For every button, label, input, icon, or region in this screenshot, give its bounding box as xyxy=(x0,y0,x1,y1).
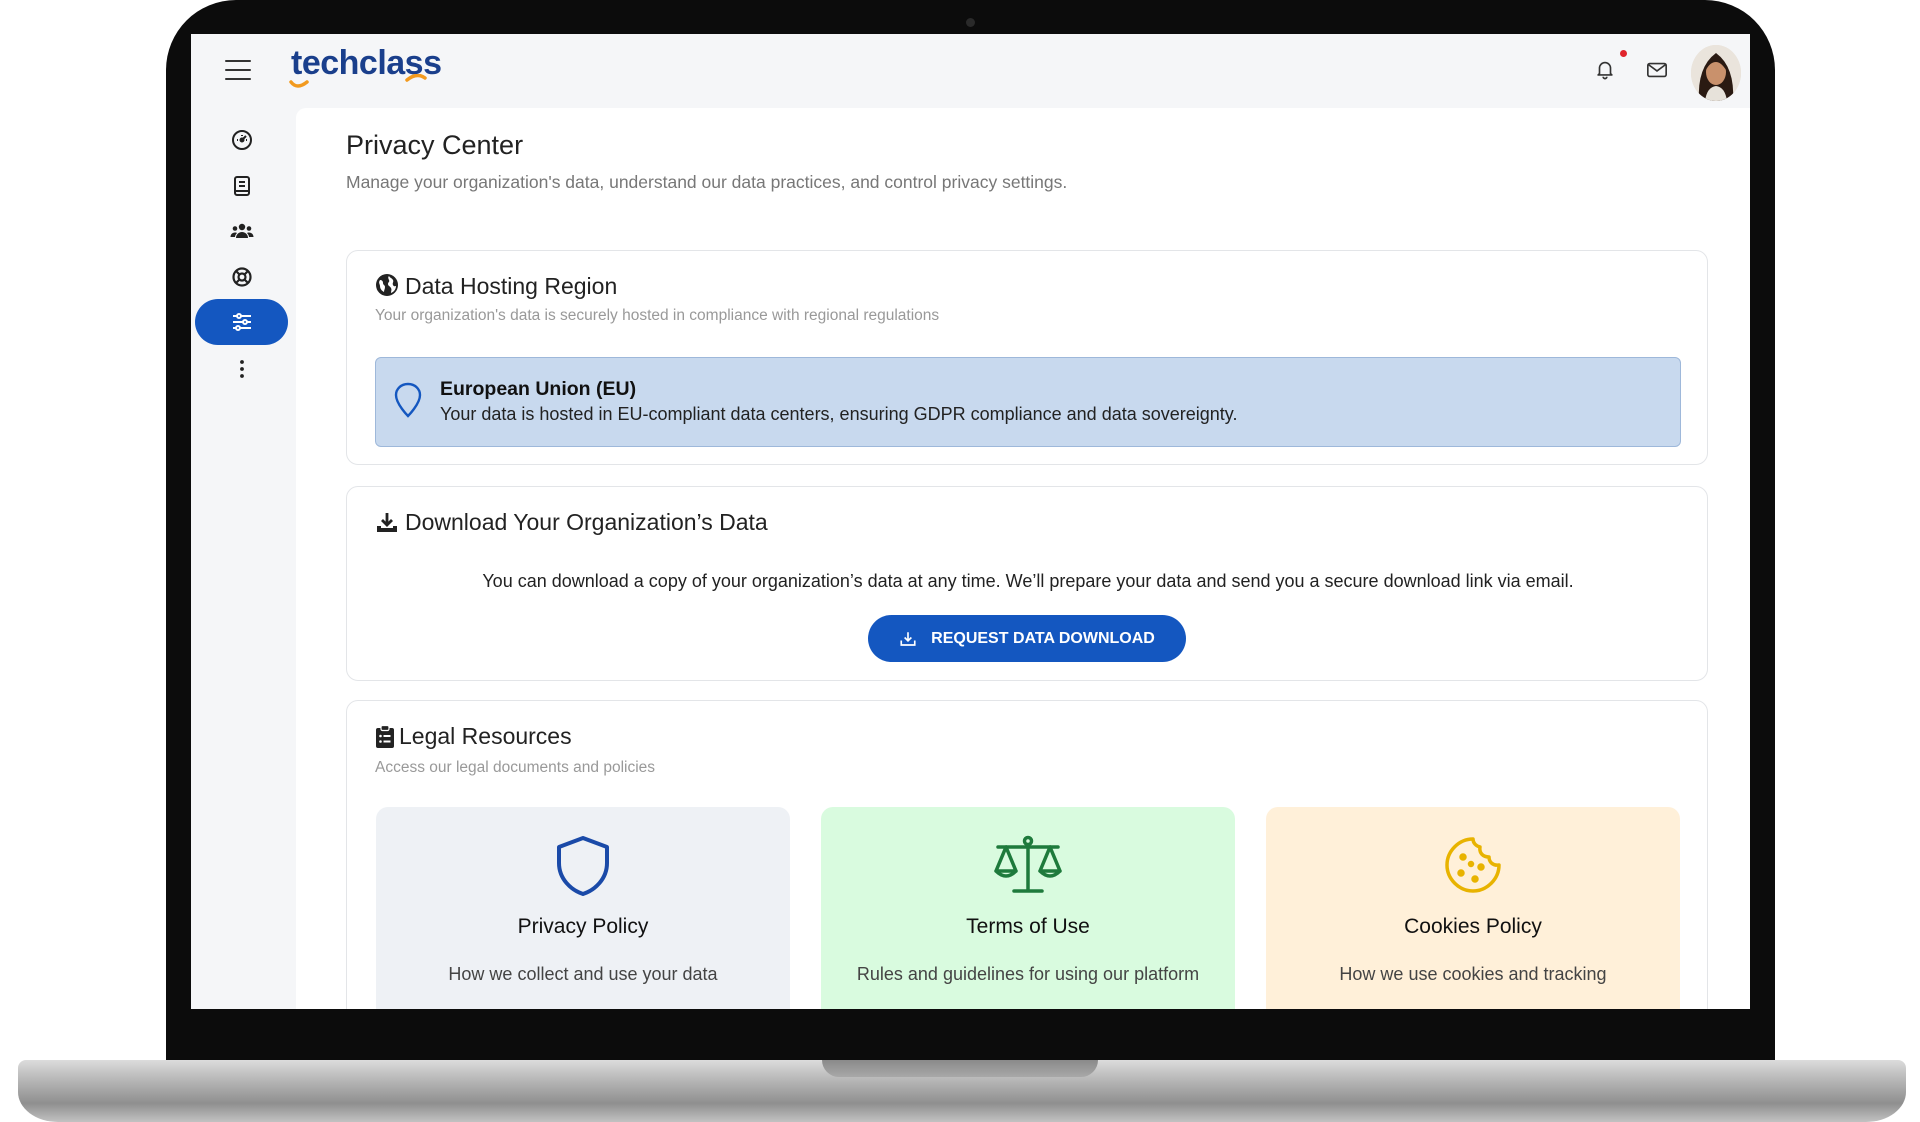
notification-badge xyxy=(1620,50,1627,57)
sidebar-item-support[interactable] xyxy=(195,254,288,300)
privacy-policy-card[interactable]: Privacy Policy How we collect and use yo… xyxy=(376,807,790,1009)
legal-resources-subtitle: Access our legal documents and policies xyxy=(375,759,656,776)
support-lifebuoy-icon xyxy=(231,267,252,287)
sidebar-item-settings[interactable] xyxy=(195,299,288,345)
download-description: You can download a copy of your organiza… xyxy=(482,571,1574,591)
page-subtitle: Manage your organization's data, underst… xyxy=(346,172,1068,192)
screen: techclass Privacy Center Manage your org… xyxy=(191,34,1750,1009)
more-vertical-icon xyxy=(239,360,244,378)
settings-sliders-icon xyxy=(232,313,251,331)
cookies-policy-description: How we use cookies and tracking xyxy=(1339,964,1607,984)
globe-icon xyxy=(376,274,398,296)
laptop-camera xyxy=(966,18,975,27)
users-group-icon xyxy=(230,223,253,238)
cookie-icon xyxy=(1445,837,1501,893)
page-title: Privacy Center xyxy=(346,130,524,160)
top-bar: techclass xyxy=(191,34,1750,108)
region-info-box: European Union (EU) Your data is hosted … xyxy=(375,357,1681,447)
main-content: Privacy Center Manage your organization'… xyxy=(296,108,1750,1009)
terms-of-use-description: Rules and guidelines for using our platf… xyxy=(856,964,1200,984)
clipboard-list-icon xyxy=(376,725,394,748)
sidebar-item-users[interactable] xyxy=(195,208,288,254)
location-pin-icon xyxy=(394,382,422,418)
download-data-card: Download Your Organization’s Data You ca… xyxy=(346,486,1708,681)
cookies-policy-card[interactable]: Cookies Policy How we use cookies and tr… xyxy=(1266,807,1680,1009)
hosting-region-title: Data Hosting Region xyxy=(405,273,618,299)
download-data-title: Download Your Organization’s Data xyxy=(405,509,768,535)
region-name: European Union (EU) xyxy=(440,378,637,400)
request-data-download-button[interactable]: REQUEST DATA DOWNLOAD xyxy=(868,615,1186,662)
terms-of-use-card[interactable]: Terms of Use Rules and guidelines for us… xyxy=(821,807,1235,1009)
request-data-download-label: REQUEST DATA DOWNLOAD xyxy=(931,629,1155,647)
download-icon xyxy=(900,631,916,646)
sidebar-item-dashboard[interactable] xyxy=(195,117,288,163)
notification-bell-icon[interactable] xyxy=(1594,58,1616,80)
terms-of-use-title: Terms of Use xyxy=(966,915,1090,938)
user-avatar[interactable] xyxy=(1691,45,1741,101)
cookies-policy-title: Cookies Policy xyxy=(1404,915,1542,938)
download-icon xyxy=(377,513,397,532)
book-icon xyxy=(233,176,250,196)
shield-icon xyxy=(557,836,609,896)
scales-icon xyxy=(994,835,1062,893)
sidebar xyxy=(191,108,296,1009)
legal-resources-card: Legal Resources Access our legal documen… xyxy=(346,700,1708,1009)
laptop-notch xyxy=(822,1060,1098,1077)
hosting-region-card: Data Hosting Region Your organization's … xyxy=(346,250,1708,465)
region-description: Your data is hosted in EU-compliant data… xyxy=(440,404,1238,424)
privacy-policy-description: How we collect and use your data xyxy=(448,964,718,984)
sidebar-item-more[interactable] xyxy=(195,346,288,392)
hosting-region-subtitle: Your organization's data is securely hos… xyxy=(375,307,940,324)
privacy-policy-title: Privacy Policy xyxy=(517,915,649,938)
mail-icon[interactable] xyxy=(1646,60,1668,80)
hamburger-menu-icon[interactable] xyxy=(225,60,251,81)
dashboard-gauge-icon xyxy=(231,130,252,150)
legal-resources-title: Legal Resources xyxy=(399,723,572,749)
sidebar-item-courses[interactable] xyxy=(195,163,288,209)
logo-swoosh xyxy=(289,74,427,88)
